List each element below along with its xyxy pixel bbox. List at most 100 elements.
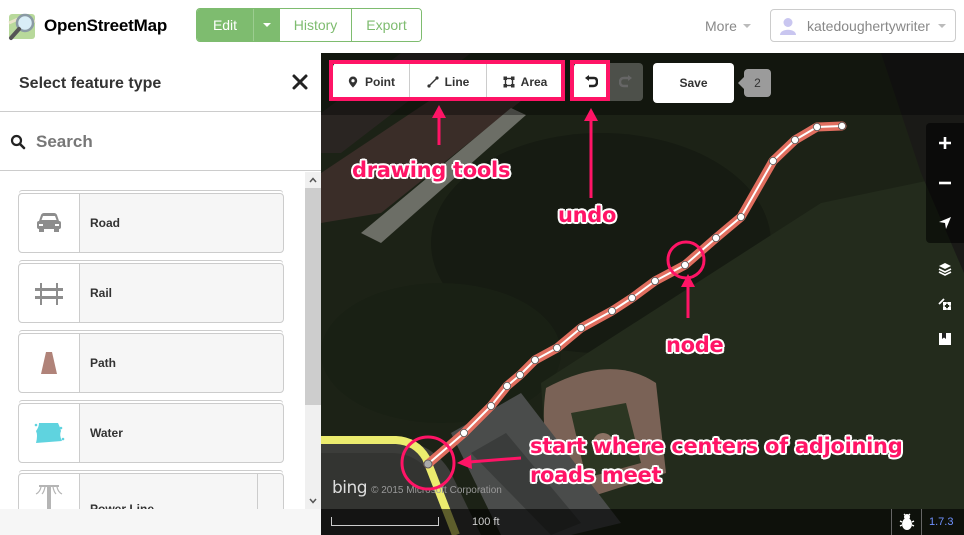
preset-info-button[interactable]: i	[257, 474, 283, 509]
preset-power-line[interactable]: Power Line i	[18, 473, 284, 509]
way-node[interactable]	[576, 323, 585, 332]
tab-export[interactable]: Export	[351, 9, 421, 41]
username: katedoughertywriter	[807, 17, 930, 34]
map-data-icon	[938, 297, 951, 310]
tab-history[interactable]: History	[279, 9, 351, 41]
bug-report-icon[interactable]	[899, 513, 915, 531]
preset-path[interactable]: Path	[18, 333, 284, 393]
geolocate-button[interactable]	[926, 203, 964, 243]
tab-edit[interactable]: Edit	[197, 9, 253, 41]
way-node[interactable]	[486, 401, 495, 410]
sidebar-footer	[0, 509, 321, 535]
preset-rail[interactable]: Rail	[18, 263, 284, 323]
edit-dropdown-button[interactable]	[253, 9, 279, 41]
way-node[interactable]	[515, 370, 524, 379]
annotation-drawing-tools: drawing tools	[352, 158, 511, 182]
way-node[interactable]	[812, 123, 821, 132]
close-icon[interactable]	[291, 73, 309, 91]
add-area-button[interactable]: Area	[486, 63, 563, 101]
way-node[interactable]	[650, 276, 659, 285]
search-icon	[10, 134, 26, 150]
book-icon	[939, 332, 951, 345]
sidebar-scrollbar[interactable]	[305, 172, 321, 509]
search-bar	[0, 112, 321, 171]
edit-count-badge: 2	[738, 69, 771, 97]
redo-button[interactable]	[609, 63, 643, 101]
way-node[interactable]	[530, 355, 539, 364]
chevron-down-icon	[937, 23, 946, 28]
scroll-down-button[interactable]	[305, 493, 321, 509]
point-label: Point	[365, 75, 395, 89]
scrollbar-thumb[interactable]	[305, 188, 321, 405]
annotation-start-line2: roads meet	[530, 463, 662, 487]
sidebar-header: Select feature type	[0, 53, 321, 112]
zoom-out-button[interactable]	[926, 163, 964, 203]
add-line-button[interactable]: Line	[409, 63, 486, 101]
user-avatar-icon	[780, 17, 796, 35]
undo-icon	[585, 75, 598, 88]
undo-button[interactable]	[574, 63, 608, 101]
scale-bar	[331, 517, 439, 526]
preset-water[interactable]: Water	[18, 403, 284, 463]
location-arrow-icon	[939, 217, 951, 229]
preset-label: Water	[90, 426, 123, 440]
logo[interactable]: OpenStreetMap	[8, 10, 167, 42]
sidebar: Select feature type Search Road Rail Pat…	[0, 53, 321, 535]
path-icon	[41, 352, 57, 374]
line-icon	[427, 76, 439, 88]
map-canvas[interactable]: Point Line Area Save 2 bing © 2015 Micro…	[321, 53, 964, 535]
area-icon	[503, 76, 515, 88]
map-controls	[926, 123, 964, 356]
preset-label: Power Line	[90, 502, 155, 509]
preset-label: Path	[90, 356, 117, 370]
rail-icon	[35, 283, 63, 305]
save-button[interactable]: Save	[653, 63, 734, 103]
sidebar-title: Select feature type	[19, 75, 162, 92]
preset-label: Road	[90, 216, 120, 230]
zoom-in-button[interactable]	[926, 123, 964, 163]
map-data-button[interactable]	[926, 286, 964, 321]
point-icon	[348, 76, 358, 88]
more-label: More	[705, 18, 737, 34]
annotation-undo: undo	[558, 203, 617, 227]
way-node[interactable]	[790, 136, 799, 145]
background-layers-button[interactable]	[926, 251, 964, 286]
car-icon	[37, 213, 61, 232]
way-node[interactable]	[502, 381, 511, 390]
way-node[interactable]	[736, 212, 745, 221]
bing-logo: bing	[332, 478, 368, 498]
way-node[interactable]	[627, 293, 636, 302]
scroll-up-button[interactable]	[305, 172, 321, 188]
power-line-icon	[35, 485, 63, 509]
way-node[interactable]	[711, 233, 720, 242]
way-node[interactable]	[838, 122, 847, 131]
preset-label: Rail	[90, 286, 113, 300]
more-menu[interactable]: More	[705, 18, 751, 34]
map-footer: 100 ft 1.7.3	[321, 509, 964, 535]
user-menu[interactable]: katedoughertywriter	[770, 9, 956, 42]
annotation-node: node	[666, 333, 724, 357]
area-label: Area	[520, 75, 548, 89]
annotation-start-line1: start where centers of adjoining	[530, 434, 903, 458]
version-link[interactable]: 1.7.3	[929, 516, 953, 528]
chevron-up-icon	[309, 177, 317, 183]
preset-road[interactable]: Road	[18, 193, 284, 253]
way-node[interactable]	[459, 428, 468, 437]
way-node[interactable]	[768, 157, 777, 166]
layers-icon	[938, 262, 952, 276]
add-point-button[interactable]: Point	[333, 63, 409, 101]
start-node[interactable]	[423, 459, 433, 469]
preset-list: Road Rail Path Water Power Line	[0, 172, 305, 509]
top-navigation-bar: OpenStreetMap Edit History Export More k…	[0, 0, 964, 53]
drawing-mode-buttons: Point Line Area	[333, 63, 563, 101]
help-button[interactable]	[926, 321, 964, 356]
plus-icon	[939, 137, 951, 149]
site-title: OpenStreetMap	[44, 16, 168, 35]
search-input[interactable]	[36, 126, 306, 158]
way-node[interactable]	[680, 260, 689, 269]
imagery-attribution: bing © 2015 Microsoft Corporation	[332, 480, 502, 497]
osm-logo-icon	[8, 13, 36, 40]
chevron-down-icon	[262, 23, 271, 27]
way-node[interactable]	[607, 306, 616, 315]
way-node[interactable]	[552, 343, 561, 352]
